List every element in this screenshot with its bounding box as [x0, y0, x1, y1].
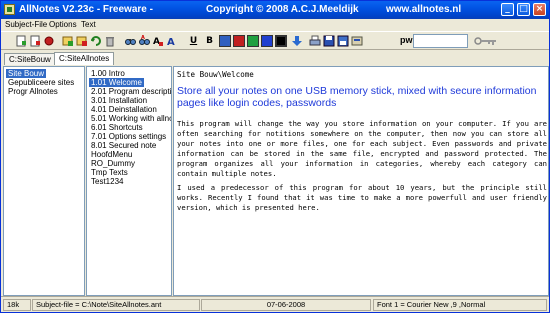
note-item[interactable]: 6.01 Shortcuts — [89, 123, 145, 132]
category-item[interactable]: Site Bouw — [6, 69, 47, 78]
print-icon[interactable] — [308, 35, 321, 48]
bold-button[interactable]: B — [203, 35, 216, 48]
menu-bar: Subject-File Options Text — [1, 19, 549, 30]
status-file: Subject-file = C:\Note\SiteAllnotes.ant — [32, 299, 200, 311]
password-field[interactable] — [413, 34, 468, 48]
new-page-icon[interactable] — [14, 35, 27, 48]
note-list: 1.00 Intro 1.01 Welcome 2.01 Program descr… — [86, 66, 172, 296]
new-note-icon[interactable] — [61, 35, 74, 48]
find-replace-icon[interactable]: A — [137, 35, 150, 48]
key-icon[interactable] — [474, 37, 498, 45]
copyright-text: Copyright © 2008 A.C.J.Meeldijk — [206, 4, 359, 15]
menu-options[interactable]: Options — [49, 19, 77, 30]
title-bar: AllNotes V2.23c - Freeware - Copyright ©… — [1, 1, 549, 19]
category-item[interactable]: Gepubliceere sites — [6, 78, 76, 87]
toolbar: A A A U B pw — [1, 31, 549, 50]
app-icon — [4, 4, 15, 15]
note-item[interactable]: 3.01 Installation — [89, 96, 149, 105]
note-item[interactable]: 1.00 Intro — [89, 69, 127, 78]
svg-text:A: A — [141, 35, 145, 41]
find-icon[interactable] — [123, 35, 136, 48]
note-item[interactable]: 2.01 Program description — [89, 87, 171, 96]
note-item[interactable]: 8.01 Secured note — [89, 141, 158, 150]
note-content[interactable]: Site Bouw\Welcome Store all your notes o… — [173, 66, 549, 296]
note-item[interactable]: RO_Dummy — [89, 159, 137, 168]
color-swatch-red[interactable] — [233, 35, 245, 47]
status-size: 18k — [3, 299, 31, 311]
note-item[interactable]: Tmp Texts — [89, 168, 130, 177]
maximize-button[interactable]: □ — [517, 3, 530, 16]
file-tabs: C:SiteBouw C:SiteAllnotes — [1, 52, 549, 65]
color-swatch-darkblue[interactable] — [261, 35, 273, 47]
trash-icon[interactable] — [103, 35, 116, 48]
category-list: Site Bouw Gepubliceere sites Progr Allnote… — [3, 66, 85, 296]
tab-sitebouw[interactable]: C:SiteBouw — [4, 53, 56, 65]
underline-button[interactable]: U — [187, 35, 200, 48]
password-label: pw — [400, 35, 413, 45]
note-paragraph-2: I used a predecessor of this program for… — [177, 183, 547, 212]
note-item[interactable]: 7.01 Options settings — [89, 132, 168, 141]
menu-subject-file[interactable]: Subject-File — [5, 19, 47, 30]
svg-text:A: A — [153, 37, 160, 47]
save-icon[interactable] — [322, 35, 335, 48]
note-item[interactable]: 4.01 Deinstallation — [89, 105, 159, 114]
window-title: AllNotes V2.23c - Freeware - — [19, 4, 153, 15]
minimize-button[interactable]: _ — [501, 3, 514, 16]
refresh-icon[interactable] — [89, 35, 102, 48]
note-item[interactable]: Test1234 — [89, 177, 125, 186]
note-path: Site Bouw\Welcome — [177, 70, 254, 79]
delete-page-icon[interactable] — [28, 35, 41, 48]
color-swatch-blue[interactable] — [219, 35, 231, 47]
text-color-icon[interactable]: A — [151, 35, 164, 48]
save-all-icon[interactable] — [336, 35, 349, 48]
font-icon[interactable]: A — [165, 35, 178, 48]
color-swatch-black[interactable] — [275, 35, 287, 47]
note-item[interactable]: 1.01 Welcome — [89, 78, 144, 87]
category-item[interactable]: Progr Allnotes — [6, 87, 60, 96]
svg-text:A: A — [167, 37, 175, 47]
status-bar: 18k Subject-file = C:\Note\SiteAllnotes.… — [1, 296, 549, 312]
note-item[interactable]: 5.01 Working with allnotes — [89, 114, 171, 123]
note-paragraph-1: This program will change the way you sto… — [177, 119, 547, 178]
color-swatch-green[interactable] — [247, 35, 259, 47]
note-item[interactable]: HoofdMenu — [89, 150, 134, 159]
status-date: 07-06-2008 — [201, 299, 371, 311]
app-window: AllNotes V2.23c - Freeware - Copyright ©… — [0, 0, 550, 313]
note-heading: Store all your notes on one USB memory s… — [177, 85, 537, 109]
record-icon[interactable] — [42, 35, 55, 48]
close-button[interactable]: × — [533, 3, 546, 16]
delete-note-icon[interactable] — [75, 35, 88, 48]
menu-text[interactable]: Text — [81, 19, 96, 30]
settings-icon[interactable] — [350, 35, 363, 48]
tab-siteallnotes[interactable]: C:SiteAllnotes — [54, 52, 115, 65]
website-text: www.allnotes.nl — [386, 4, 462, 15]
arrow-down-icon[interactable] — [290, 35, 303, 48]
status-font: Font 1 = Courier New ,9 ,Normal — [373, 299, 547, 311]
